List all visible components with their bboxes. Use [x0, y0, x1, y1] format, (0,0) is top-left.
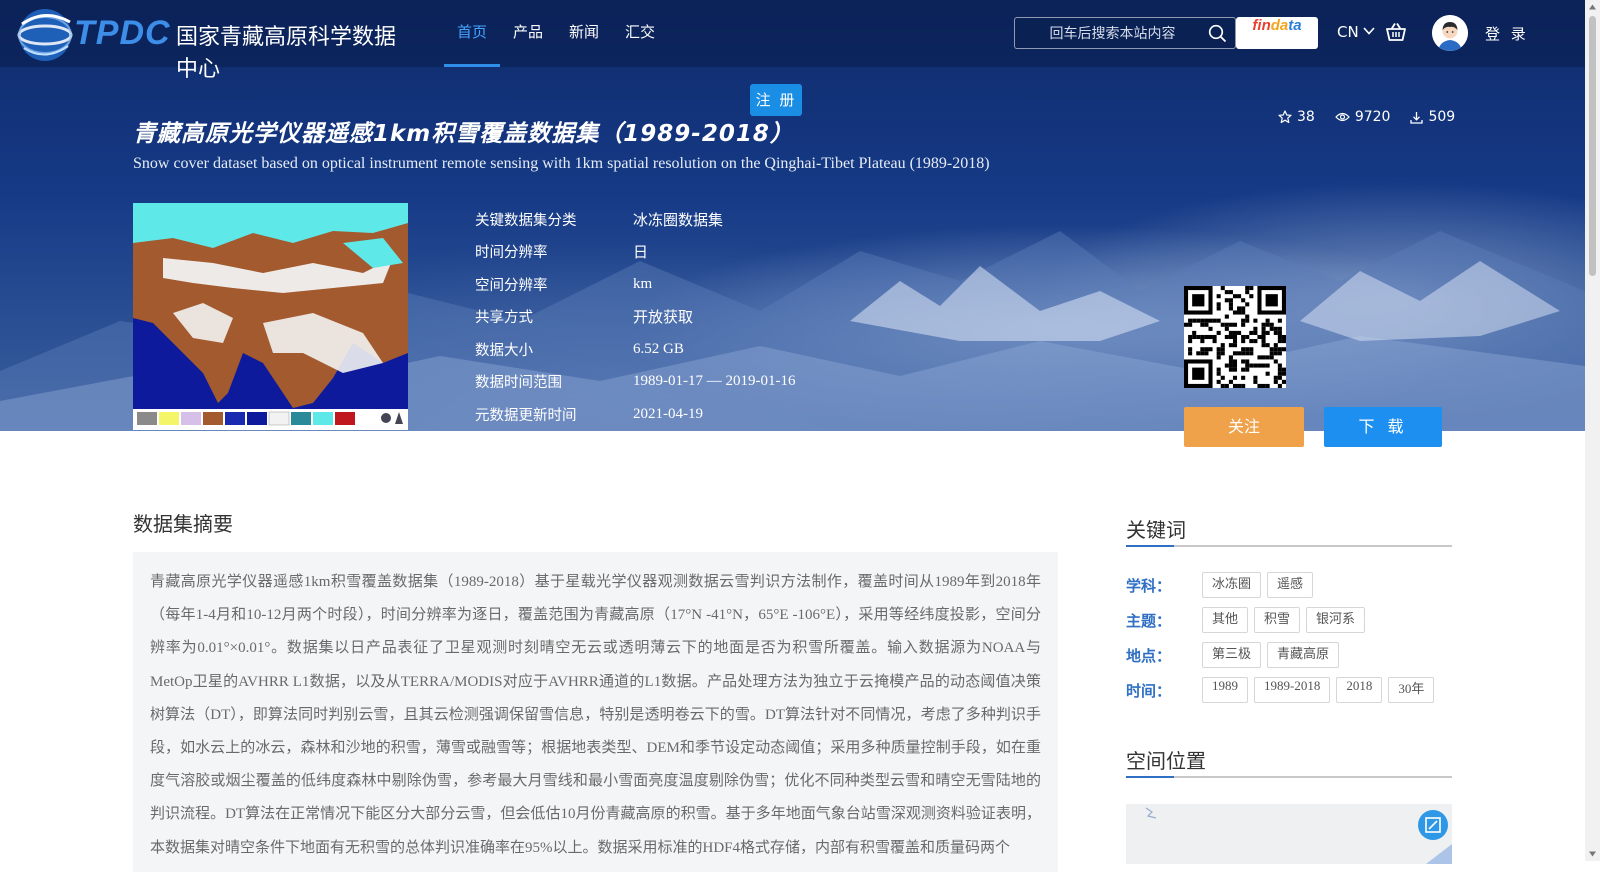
star-count-value: 38: [1297, 109, 1315, 125]
page-scrollbar[interactable]: [1585, 0, 1600, 861]
dataset-stats: 38 9720 509: [1278, 109, 1475, 125]
top-navigation-bar: TPDC 国家青藏高原科学数据中心 首页 产品 新闻 汇交 findata CN: [0, 0, 1585, 82]
search-icon[interactable]: [1208, 24, 1227, 43]
meta-row: 数据时间范围 1989-01-17 — 2019-01-16: [475, 366, 795, 399]
snow-cover-map-image: [133, 203, 408, 430]
download-icon: [1410, 111, 1424, 124]
meta-key: 元数据更新时间: [475, 407, 577, 424]
abstract-box: 青藏高原光学仪器遥感1km积雪覆盖数据集（1989-2018）基于星载光学仪器观…: [133, 552, 1058, 872]
keyword-tag[interactable]: 青藏高原: [1267, 642, 1340, 668]
download-button[interactable]: 下 载: [1324, 407, 1442, 447]
findata-part-3: ta: [1288, 17, 1302, 34]
search-box: [1014, 17, 1236, 50]
keyword-tag[interactable]: 其他: [1202, 607, 1249, 633]
keyword-group-discipline: 学科： 冰冻圈 遥感: [1126, 572, 1319, 598]
eye-icon: [1335, 112, 1350, 122]
dataset-title-cn: 青藏高原光学仪器遥感1km积雪覆盖数据集（1989-2018）: [133, 121, 794, 147]
scroll-up-arrow-icon[interactable]: [1589, 4, 1596, 10]
findata-part-2: da: [1270, 17, 1289, 34]
meta-value: 2021-04-19: [633, 405, 703, 422]
view-count: 9720: [1335, 109, 1391, 125]
view-count-value: 9720: [1354, 109, 1391, 125]
user-avatar-icon[interactable]: [1432, 15, 1468, 51]
language-label: CN: [1337, 23, 1359, 41]
meta-value: km: [633, 275, 653, 292]
scrollbar-thumb[interactable]: [1589, 16, 1596, 276]
keyword-group-label: 地点：: [1126, 646, 1172, 665]
findata-button[interactable]: findata: [1236, 17, 1318, 49]
meta-row: 共享方式 开放获取: [475, 301, 795, 334]
star-icon: [1278, 110, 1292, 124]
dataset-thumbnail[interactable]: [133, 203, 408, 430]
keyword-group-label: 主题：: [1126, 611, 1172, 630]
keyword-tag[interactable]: 积雪: [1254, 607, 1301, 633]
scroll-down-arrow-icon[interactable]: [1589, 851, 1596, 857]
meta-row: 关键数据集分类 冰冻圈数据集: [475, 203, 795, 236]
meta-row: 数据大小 6.52 GB: [475, 333, 795, 366]
findata-part-1: fin: [1252, 17, 1271, 34]
meta-key: 数据时间范围: [475, 375, 562, 392]
keyword-tag[interactable]: 冰冻圈: [1202, 572, 1262, 598]
keyword-tag[interactable]: 遥感: [1267, 572, 1314, 598]
dataset-metadata: 关键数据集分类 冰冻圈数据集 时间分辨率 日 空间分辨率 km 共享方式 开放获取 数据…: [475, 203, 795, 431]
keywords-divider: [1126, 545, 1452, 547]
download-count: 509: [1410, 109, 1455, 125]
location-map[interactable]: [1126, 804, 1452, 864]
meta-key: 关键数据集分类: [475, 212, 577, 229]
location-divider: [1126, 776, 1452, 778]
meta-value: 6.52 GB: [633, 340, 684, 357]
site-logo[interactable]: TPDC 国家青藏高原科学数据中心: [14, 2, 404, 82]
meta-key: 数据大小: [475, 342, 533, 359]
meta-value: 冰冻圈数据集: [633, 212, 724, 229]
keyword-tag[interactable]: 2018: [1336, 677, 1383, 703]
keywords-title: 关键词: [1126, 518, 1186, 542]
follow-button[interactable]: 关注: [1184, 407, 1304, 447]
meta-row: 时间分辨率 日: [475, 236, 795, 269]
meta-row: 元数据更新时间 2021-04-19: [475, 398, 795, 431]
keyword-tag[interactable]: 第三极: [1202, 642, 1262, 668]
dataset-title-en: Snow cover dataset based on optical inst…: [133, 155, 990, 172]
main-nav: 首页 产品 新闻 汇交: [444, 0, 668, 67]
abstract-text: 青藏高原光学仪器遥感1km积雪覆盖数据集（1989-2018）基于星载光学仪器观…: [150, 574, 1041, 856]
location-title: 空间位置: [1126, 749, 1206, 773]
map-expand-icon[interactable]: [1418, 810, 1448, 840]
meta-key: 共享方式: [475, 310, 533, 327]
map-tiles: [1145, 807, 1452, 864]
search-input[interactable]: [1023, 18, 1202, 50]
chevron-down-icon: [1363, 27, 1376, 35]
keyword-tag[interactable]: 1989: [1202, 677, 1248, 703]
keyword-group-label: 学科：: [1126, 576, 1172, 595]
keyword-group-place: 地点： 第三极 青藏高原: [1126, 642, 1345, 668]
star-count[interactable]: 38: [1278, 109, 1315, 125]
abstract-title: 数据集摘要: [133, 512, 233, 536]
meta-key: 空间分辨率: [475, 277, 548, 294]
meta-value: 1989-01-17 — 2019-01-16: [633, 373, 796, 390]
nav-home[interactable]: 首页: [444, 0, 501, 67]
keyword-tag[interactable]: 1989-2018: [1254, 677, 1331, 703]
meta-value: 开放获取: [633, 310, 694, 327]
nav-submit[interactable]: 汇交: [612, 0, 668, 67]
keyword-group-time: 时间： 1989 1989-2018 2018 30年: [1126, 677, 1440, 703]
keyword-tag[interactable]: 30年: [1388, 677, 1435, 703]
keyword-group-theme: 主题： 其他 积雪 银河系: [1126, 607, 1371, 633]
qr-code-icon: [1184, 286, 1286, 388]
globe-logo-icon: [17, 9, 73, 61]
logo-site-name: 国家青藏高原科学数据中心: [176, 25, 397, 82]
logo-mark: TPDC: [74, 14, 171, 52]
meta-key: 时间分辨率: [475, 245, 548, 262]
meta-row: 空间分辨率 km: [475, 268, 795, 301]
meta-value: 日: [633, 245, 649, 262]
nav-news[interactable]: 新闻: [556, 0, 612, 67]
register-button[interactable]: 注 册: [750, 84, 802, 116]
keyword-group-label: 时间：: [1126, 681, 1172, 700]
keyword-tag[interactable]: 银河系: [1306, 607, 1366, 633]
login-link[interactable]: 登 录: [1485, 23, 1529, 44]
cart-icon[interactable]: [1385, 22, 1407, 42]
nav-products[interactable]: 产品: [500, 0, 556, 67]
language-switch[interactable]: CN: [1337, 23, 1376, 41]
download-count-value: 509: [1428, 109, 1456, 125]
